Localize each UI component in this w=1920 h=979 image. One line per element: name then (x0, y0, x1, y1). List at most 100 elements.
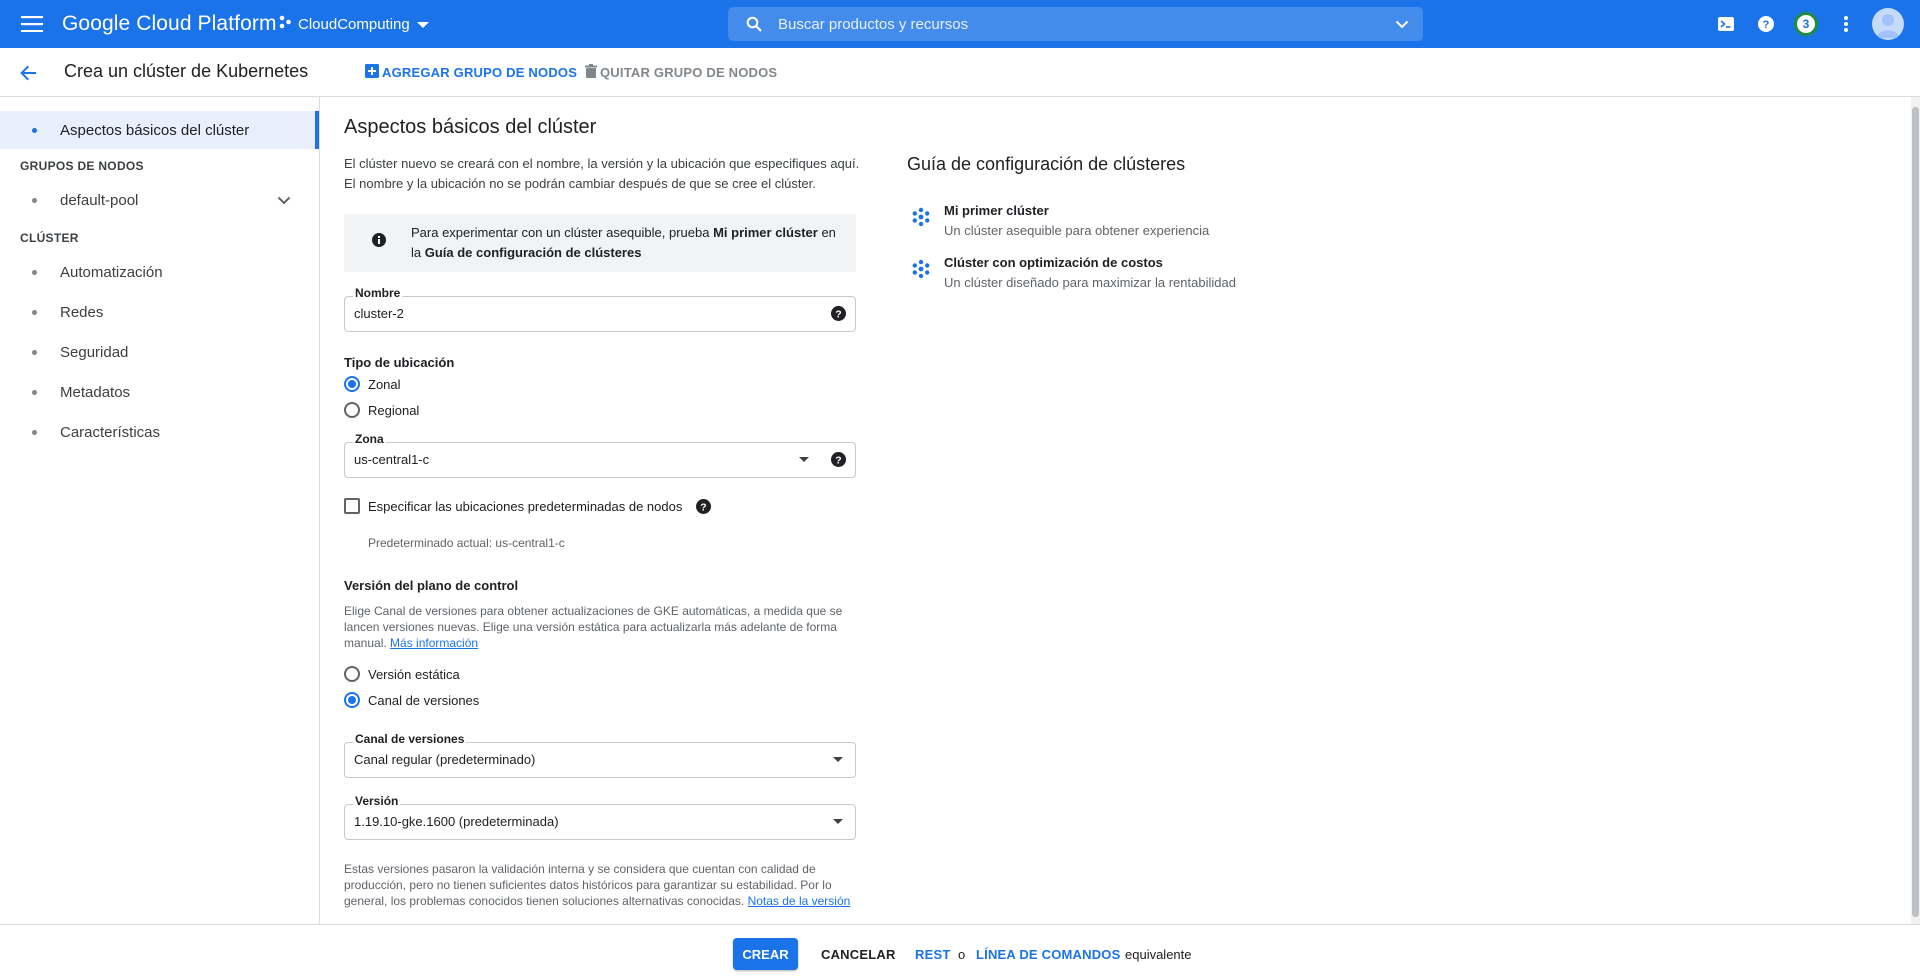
my-first-cluster-link[interactable]: Mi primer clúster (713, 225, 818, 240)
footer-actions: CREAR CANCELAR REST o LÍNEA DE COMANDOS … (0, 924, 1920, 979)
trash-icon (585, 64, 597, 81)
radio-unselected[interactable] (344, 402, 360, 418)
create-button[interactable]: CREAR (733, 938, 798, 970)
location-type-title: Tipo de ubicación (344, 355, 455, 370)
remove-node-pool-button[interactable]: QUITAR GRUPO DE NODOS (585, 64, 777, 81)
account-avatar[interactable] (1872, 8, 1904, 40)
info-text: Para experimentar con un clúster asequib… (411, 225, 836, 260)
add-box-icon (365, 64, 379, 81)
top-app-bar: Google Cloud Platform CloudComputing Bus… (0, 0, 1920, 48)
help-icon[interactable]: ? (1754, 12, 1778, 36)
field-label: Versión (353, 794, 401, 808)
control-plane-title: Versión del plano de control (344, 578, 519, 593)
search-bar[interactable]: Buscar productos y recursos (728, 7, 1423, 41)
more-vert-icon[interactable] (1834, 12, 1858, 36)
field-label: Zona (353, 432, 386, 446)
svg-text:?: ? (701, 501, 707, 513)
dropdown-arrow-icon[interactable] (833, 757, 843, 762)
setup-guide-title: Guía de configuración de clústeres (907, 154, 1186, 174)
rest-link[interactable]: REST (915, 947, 950, 962)
release-channel-select[interactable]: Canal de versiones Canal regular (predet… (344, 732, 856, 778)
bullet-icon (32, 429, 37, 435)
info-icon (372, 233, 386, 252)
top-actions: ? 3 (1714, 0, 1920, 48)
node-groups-header: GRUPOS DE NODOS (20, 159, 144, 173)
sidebar-item-metadata[interactable]: Metadatos (0, 373, 319, 411)
project-selector[interactable]: CloudComputing (278, 12, 430, 36)
bullet-icon (32, 349, 37, 355)
field-label: Canal de versiones (353, 732, 467, 746)
page-header: Crea un clúster de Kubernetes AGREGAR GR… (0, 48, 1920, 97)
radio-selected[interactable] (344, 692, 360, 708)
radio-selected[interactable] (344, 376, 360, 392)
help-icon[interactable]: ? (831, 452, 846, 472)
sidebar-item-default-pool[interactable]: default-pool (0, 181, 319, 219)
page-title: Crea un clúster de Kubernetes (64, 61, 309, 81)
svg-text:?: ? (835, 455, 841, 467)
release-notes-link[interactable]: Notas de la versión (748, 894, 851, 908)
main-content: Aspectos básicos del clúster El clúster … (344, 116, 1236, 908)
control-plane-description: Elige Canal de versiones para obtener ac… (344, 604, 843, 650)
sidebar-item-security[interactable]: Seguridad (0, 333, 319, 371)
radio-zonal[interactable]: Zonal (344, 376, 401, 392)
default-node-locations-checkbox[interactable]: Especificar las ubicaciones predetermina… (344, 498, 712, 514)
help-icon[interactable]: ? (696, 498, 712, 514)
section-title: Aspectos básicos del clúster (344, 116, 597, 138)
sidebar-item-features[interactable]: Características (0, 413, 319, 451)
sidebar-item-automation[interactable]: Automatización (0, 253, 319, 291)
radio-static-version[interactable]: Versión estática (344, 666, 460, 682)
svg-text:?: ? (1763, 19, 1770, 31)
checkbox[interactable] (344, 498, 360, 514)
cluster-header: CLÚSTER (20, 231, 79, 245)
project-hub-icon (278, 15, 292, 33)
bullet-icon (32, 389, 37, 395)
version-select[interactable]: Versión 1.19.10-gke.1600 (predeterminada… (344, 794, 856, 840)
or-text: o (958, 947, 966, 962)
info-callout: Para experimentar con un clúster asequib… (344, 214, 856, 272)
project-name: CloudComputing (298, 15, 410, 33)
cluster-icon (911, 207, 931, 232)
field-label: Nombre (353, 286, 403, 300)
bullet-icon (32, 269, 37, 275)
chevron-down-icon (416, 16, 430, 33)
radio-release-channel[interactable]: Canal de versiones (344, 692, 479, 708)
search-input[interactable]: Buscar productos y recursos (778, 16, 1395, 33)
intro-text: El clúster nuevo se creará con el nombre… (344, 156, 860, 191)
vertical-scrollbar[interactable] (1911, 97, 1920, 924)
back-arrow-icon[interactable] (16, 61, 40, 85)
help-icon[interactable]: ? (831, 306, 846, 326)
hamburger-menu-icon[interactable] (20, 12, 44, 36)
notifications-badge[interactable]: 3 (1794, 12, 1818, 36)
svg-text:?: ? (835, 309, 841, 321)
cluster-name-input[interactable]: cluster-2 (354, 306, 404, 321)
bullet-icon (32, 197, 37, 203)
cloud-shell-icon[interactable] (1714, 12, 1738, 36)
versions-description: Estas versiones pasaron la validación in… (344, 862, 851, 908)
cancel-button[interactable]: CANCELAR (821, 947, 896, 962)
release-channel-value: Canal regular (predeterminado) (354, 752, 536, 767)
gcp-logo-text[interactable]: Google Cloud Platform (62, 12, 277, 36)
bullet-icon (32, 309, 37, 315)
chevron-down-icon[interactable] (277, 196, 291, 205)
equivalent-text: equivalente (1125, 947, 1192, 962)
command-line-link[interactable]: LÍNEA DE COMANDOS (976, 947, 1120, 962)
sidebar-item-cluster-basics[interactable]: Aspectos básicos del clúster (0, 111, 319, 149)
default-location-hint: Predeterminado actual: us-central1-c (368, 536, 565, 550)
dropdown-arrow-icon[interactable] (799, 457, 809, 462)
setup-guide-link[interactable]: Guía de configuración de clústeres (425, 245, 642, 260)
sidebar-item-networking[interactable]: Redes (0, 293, 319, 331)
zone-select[interactable]: Zona us-central1-c ? (344, 432, 856, 478)
cluster-name-field[interactable]: Nombre cluster-2 ? (344, 286, 856, 332)
search-icon (746, 16, 762, 32)
search-expand-chevron-icon[interactable] (1395, 20, 1409, 29)
version-value: 1.19.10-gke.1600 (predeterminada) (354, 814, 559, 829)
dropdown-arrow-icon[interactable] (833, 819, 843, 824)
bullet-icon (32, 127, 37, 133)
more-info-link[interactable]: Más información (390, 636, 478, 650)
scrollbar-thumb[interactable] (1912, 107, 1919, 917)
side-nav: Aspectos básicos del clúster GRUPOS DE N… (0, 97, 320, 924)
radio-regional[interactable]: Regional (344, 402, 419, 418)
radio-unselected[interactable] (344, 666, 360, 682)
cluster-icon (911, 259, 931, 284)
add-node-pool-button[interactable]: AGREGAR GRUPO DE NODOS (365, 64, 577, 81)
